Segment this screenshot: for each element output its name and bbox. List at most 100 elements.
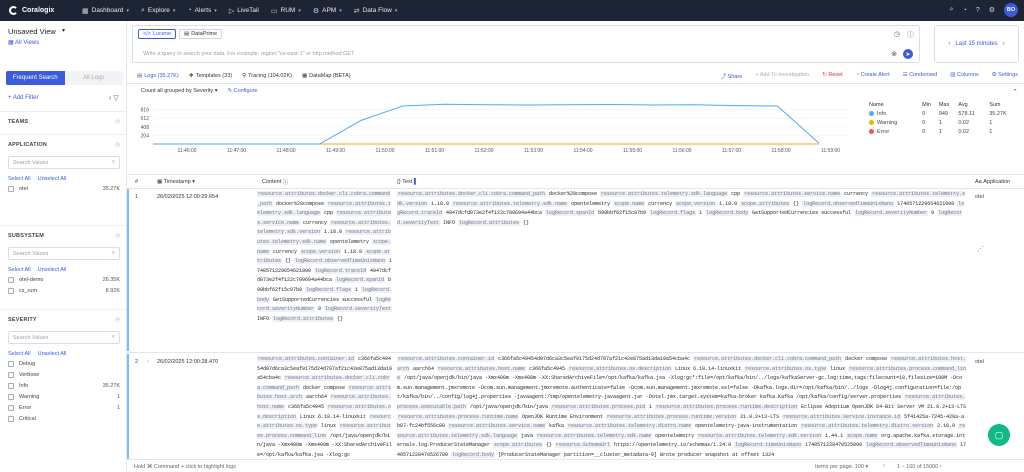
field-value[interactable]: /opt/java/openjdk/bin/java: [467, 404, 551, 410]
list-item[interactable]: Info 35.27K: [8, 382, 120, 390]
field-value[interactable]: currency: [300, 220, 330, 226]
field-key[interactable]: resource.attributes.docker.cli.cobra.com…: [397, 191, 547, 197]
select-all-link[interactable]: Select All: [8, 351, 31, 357]
tab-dataprime[interactable]: ▤ DataPrime: [179, 29, 223, 39]
list-item[interactable]: Debug: [8, 360, 120, 368]
column-header-text[interactable]: {} Text ▌: [397, 175, 418, 188]
field-value[interactable]: 2.10.0: [934, 423, 958, 429]
field-key[interactable]: resource.attributes.telemetry.sdk.versio…: [697, 432, 823, 439]
collapse-chart-icon[interactable]: ⌃: [1012, 88, 1018, 96]
field-value[interactable]: linux: [318, 423, 339, 429]
field-key[interactable]: logRecord.severityText: [324, 306, 393, 313]
tab-frequent-search[interactable]: Frequent Search: [6, 71, 65, 85]
time-range-picker[interactable]: ‹ Last 15 minutes ›: [934, 25, 1019, 63]
search-input[interactable]: Search Values ⌕: [8, 331, 120, 344]
list-item[interactable]: otel 35.27K: [8, 185, 120, 193]
configure-button[interactable]: ✎ Configure: [227, 88, 257, 94]
field-value[interactable]: c366fa5c49454d07d6ca3c5eaf9175d24d707af2…: [495, 356, 693, 362]
table-row[interactable]: 2 › 26/02/2025 12:00:28.470 resource.att…: [127, 354, 1024, 460]
field-value[interactable]: aarch64: [303, 394, 330, 400]
search-input[interactable]: Search Values ⌕: [8, 156, 120, 169]
info-icon[interactable]: ⓘ: [907, 30, 914, 40]
field-key[interactable]: scope.attributes: [493, 442, 544, 449]
reset-button[interactable]: ↻ Reset: [822, 72, 843, 80]
select-all-link[interactable]: Select All: [8, 176, 31, 182]
checkbox[interactable]: [8, 186, 14, 192]
field-key[interactable]: logRecord.spanId: [335, 277, 386, 284]
column-header-application[interactable]: Aa Application: [975, 175, 1010, 188]
brand[interactable]: Coralogix: [0, 6, 80, 15]
tab-tracing[interactable]: ⚲ Tracing (104.02K): [242, 73, 292, 79]
field-value[interactable]: docker compose: [842, 356, 890, 362]
checkbox[interactable]: [8, 361, 14, 367]
add-filter-button[interactable]: + Add Filter: [8, 95, 39, 101]
field-value[interactable]: INFO: [440, 220, 458, 226]
field-key[interactable]: logRecord.observedTimeUnixNano: [802, 200, 895, 207]
field-value[interactable]: java: [518, 433, 536, 439]
chevron-right-icon[interactable]: ›: [1003, 41, 1005, 47]
field-key[interactable]: resource.attributes.container.id: [397, 356, 496, 362]
group-by-field[interactable]: Severity: [193, 88, 213, 94]
field-value[interactable]: kafka: [546, 423, 567, 429]
field-value[interactable]: 1740571228470525000: [802, 442, 865, 448]
field-value[interactable]: {}: [334, 316, 343, 322]
filter-icon[interactable]: ▽: [113, 95, 118, 102]
tab-logs[interactable]: ▤ Logs (35.27K): [137, 73, 179, 79]
chevron-down-icon[interactable]: ▾: [215, 88, 218, 94]
checkbox[interactable]: [8, 383, 14, 389]
field-key[interactable]: logRecord.observedTimeUnixNano: [865, 442, 958, 449]
field-key[interactable]: logRecord.flags: [649, 210, 697, 217]
field-value[interactable]: INFO: [257, 316, 272, 322]
settings-icon[interactable]: ⚙: [989, 6, 995, 14]
field-key[interactable]: resource.attributes.telemetry.distro.ver…: [800, 423, 935, 430]
chevron-down-icon[interactable]: ▾: [62, 27, 65, 34]
history-icon[interactable]: ◷: [894, 30, 900, 40]
field-value[interactable]: docker%20compose: [546, 191, 600, 197]
field-value[interactable]: opentelemetry: [652, 433, 697, 439]
field-value[interactable]: Eclipse Adoptium OpenJDK 64-Bit Server V…: [798, 404, 966, 410]
clock-icon[interactable]: ◷: [115, 119, 120, 125]
checkbox[interactable]: [8, 394, 14, 400]
avatar[interactable]: BO: [1004, 3, 1018, 17]
field-key[interactable]: resource.attributes.telemetry.sdk.name: [536, 432, 653, 439]
field-value[interactable]: /opt/java/openjdk/bin/java -Xmx400m -Xms…: [397, 375, 962, 400]
chevron-left-icon[interactable]: ‹: [948, 41, 950, 47]
field-value[interactable]: GetSupportedCurrencies successful: [270, 297, 375, 303]
tab-datamap[interactable]: ▦ DataMap (BETA): [302, 73, 351, 79]
view-title[interactable]: Unsaved View: [8, 27, 56, 36]
field-key[interactable]: resource.attributes.service.name: [743, 191, 842, 197]
tab-templates[interactable]: ❖ Templates (33): [189, 73, 232, 79]
field-value[interactable]: 1.18.0: [716, 201, 740, 207]
field-value[interactable]: [ProducerStateManager partition=__cluste…: [495, 452, 774, 458]
nav-rum[interactable]: ▭ RUM ▾: [271, 7, 301, 15]
settings-button[interactable]: ⚙ Settings: [992, 72, 1018, 80]
field-key[interactable]: scope.version: [675, 200, 717, 207]
field-value[interactable]: 4947dcfd073e2f4f122c709694a44bca: [443, 210, 545, 216]
tab-all-logs[interactable]: All Logs: [64, 71, 123, 85]
field-key[interactable]: resource.attributes.host.name: [437, 365, 527, 372]
field-value[interactable]: cpp: [728, 191, 743, 197]
field-value[interactable]: currency: [645, 201, 675, 207]
sort-desc-icon[interactable]: ▾: [191, 179, 195, 185]
column-header-timestamp[interactable]: ▦ Timestamp ▾: [157, 175, 195, 188]
previous-page-icon[interactable]: ‹: [883, 463, 885, 469]
field-key[interactable]: logRecord.timeUnixNano: [734, 442, 803, 449]
checkbox[interactable]: [8, 416, 14, 422]
field-key[interactable]: scope.attributes: [740, 200, 791, 207]
checkbox[interactable]: [8, 277, 14, 283]
field-value[interactable]: OpenJDK Runtime Environment: [519, 414, 606, 420]
field-value[interactable]: Linux 6.10.14-linuxkit: [297, 414, 369, 420]
clock-icon[interactable]: ◷: [115, 233, 120, 239]
legend-row-error[interactable]: Error 0 1 0.02 1: [869, 127, 1022, 136]
field-value[interactable]: 1: [352, 287, 361, 293]
next-page-icon[interactable]: ›: [938, 464, 942, 470]
field-value[interactable]: 9: [315, 306, 324, 312]
field-value[interactable]: 21.0.2+13-LTS: [737, 414, 782, 420]
field-key[interactable]: logRecord.body: [705, 210, 750, 217]
nav-explore[interactable]: ⌕ Explore ▾: [141, 7, 175, 15]
row-content[interactable]: resource.attributes.docker.cli.cobra.com…: [257, 190, 393, 350]
field-value[interactable]: c366fa5c4945: [526, 366, 568, 372]
search-icon[interactable]: ⌕: [950, 6, 954, 14]
field-value[interactable]: Linux 6.10.14-linuxkit: [672, 366, 744, 372]
legend-row-warning[interactable]: Warning 0 1 0.02 1: [869, 118, 1022, 127]
